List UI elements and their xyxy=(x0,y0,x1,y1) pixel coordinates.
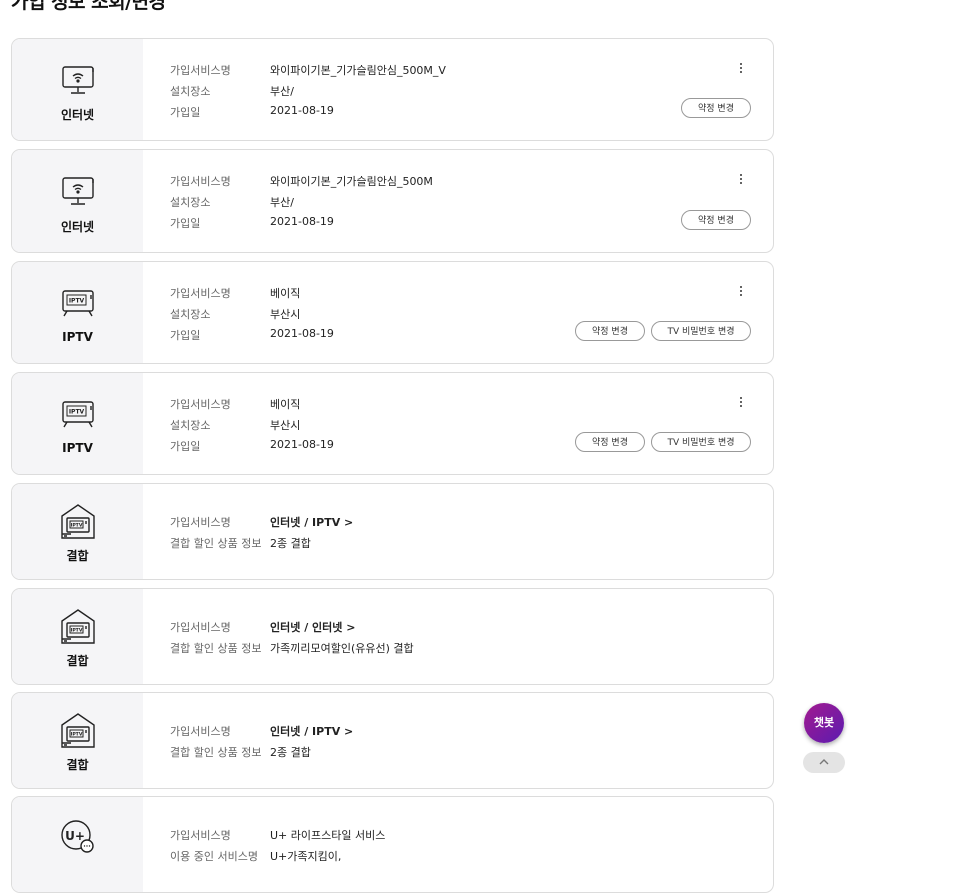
card-side: U+ xyxy=(12,797,143,892)
uplus-icon: U+ xyxy=(61,820,94,853)
service-type-label: 인터넷 xyxy=(60,108,95,122)
service-type-label: 결합 xyxy=(66,654,89,668)
bundle-card-3: IPTV 결합 가입서비스명 인터넷 / IPTV > 결합 할인 상품 정보 2종… xyxy=(11,692,774,789)
label-location: 설치장소 xyxy=(170,308,211,321)
label-service-name: 가입서비스명 xyxy=(170,64,231,77)
svg-text:IPTV: IPTV xyxy=(69,409,85,416)
more-options-icon[interactable] xyxy=(739,397,743,411)
contract-change-button[interactable]: 약정 변경 xyxy=(575,432,645,452)
card-side: IPTV 결합 xyxy=(12,693,143,788)
subscription-card-iptv-2: IPTV IPTV 가입서비스명 베이직 설치장소 부산시 가입일 2021-08-1… xyxy=(11,372,774,475)
card-side: 인터넷 xyxy=(12,150,143,252)
scroll-top-button[interactable] xyxy=(803,752,845,773)
value-location: 부산/ xyxy=(270,196,294,209)
value-join-date: 2021-08-19 xyxy=(270,327,334,340)
label-join-date: 가입일 xyxy=(170,440,201,453)
value-bundle-info: 2종 결합 xyxy=(270,746,311,759)
label-join-date: 가입일 xyxy=(170,106,201,119)
service-type-label: IPTV xyxy=(62,441,93,455)
value-service-name: U+ 라이프스타일 서비스 xyxy=(270,829,386,842)
bundle-service-link[interactable]: 인터넷 / IPTV > xyxy=(270,723,353,739)
label-service-name: 가입서비스명 xyxy=(170,725,231,738)
svg-text:IPTV: IPTV xyxy=(71,523,83,529)
value-location: 부산/ xyxy=(270,85,294,98)
tv-iptv-icon: IPTV xyxy=(62,401,94,428)
monitor-wifi-icon xyxy=(62,66,94,94)
bundle-card-1: IPTV 결합 가입서비스명 인터넷 / IPTV > 결합 할인 상품 정보 2종… xyxy=(11,483,774,580)
label-location: 설치장소 xyxy=(170,419,211,432)
subscription-card-iptv-1: IPTV IPTV 가입서비스명 베이직 설치장소 부산시 가입일 2021-08-1… xyxy=(11,261,774,364)
service-type-label: 결합 xyxy=(66,758,89,772)
label-service-name: 가입서비스명 xyxy=(170,829,231,842)
label-service-name: 가입서비스명 xyxy=(170,287,231,300)
label-service-name: 가입서비스명 xyxy=(170,516,231,529)
tv-password-change-button[interactable]: TV 비밀번호 변경 xyxy=(651,432,751,452)
lifestyle-card: U+ 가입서비스명 U+ 라이프스타일 서비스 이용 중인 서비스명 U+가족지킴이… xyxy=(11,796,774,893)
svg-text:IPTV: IPTV xyxy=(69,298,85,305)
bundle-service-link[interactable]: 인터넷 / IPTV > xyxy=(270,514,353,530)
svg-text:IPTV: IPTV xyxy=(71,628,83,634)
value-join-date: 2021-08-19 xyxy=(270,438,334,451)
card-side: IPTV IPTV xyxy=(12,373,143,474)
tv-password-change-button[interactable]: TV 비밀번호 변경 xyxy=(651,321,751,341)
label-service-name: 가입서비스명 xyxy=(170,175,231,188)
value-service-name: 와이파이기본_기가슬림안심_500M_V xyxy=(270,64,446,77)
label-service-name: 가입서비스명 xyxy=(170,398,231,411)
contract-change-button[interactable]: 약정 변경 xyxy=(681,98,751,118)
value-using-service: U+가족지킴이, xyxy=(270,850,342,863)
value-bundle-info: 가족끼리모여할인(유유선) 결합 xyxy=(270,642,414,655)
service-type-label: 인터넷 xyxy=(60,220,95,234)
label-location: 설치장소 xyxy=(170,196,211,209)
tv-iptv-icon: IPTV xyxy=(62,290,94,317)
label-bundle-info: 결합 할인 상품 정보 xyxy=(170,537,262,550)
contract-change-button[interactable]: 약정 변경 xyxy=(681,210,751,230)
card-side: IPTV 결합 xyxy=(12,589,143,684)
value-service-name: 와이파이기본_기가슬림안심_500M xyxy=(270,175,433,188)
label-join-date: 가입일 xyxy=(170,217,201,230)
value-location: 부산시 xyxy=(270,419,301,432)
value-bundle-info: 2종 결합 xyxy=(270,537,311,550)
more-options-icon[interactable] xyxy=(739,286,743,300)
more-options-icon[interactable] xyxy=(739,63,743,77)
label-join-date: 가입일 xyxy=(170,329,201,342)
svg-text:IPTV: IPTV xyxy=(71,732,83,738)
label-using-service: 이용 중인 서비스명 xyxy=(170,850,258,863)
subscription-card-internet-1: 인터넷 가입서비스명 와이파이기본_기가슬림안심_500M_V 설치장소 부산/ 가… xyxy=(11,38,774,141)
bundle-card-2: IPTV 결합 가입서비스명 인터넷 / 인터넷 > 결합 할인 상품 정보 가족끼… xyxy=(11,588,774,685)
home-iptv-icon: IPTV xyxy=(61,609,95,644)
label-service-name: 가입서비스명 xyxy=(170,621,231,634)
service-type-label: IPTV xyxy=(62,330,93,344)
chevron-up-icon xyxy=(819,759,829,765)
value-service-name: 베이직 xyxy=(270,287,301,300)
monitor-wifi-icon xyxy=(62,177,94,205)
more-options-icon[interactable] xyxy=(739,174,743,188)
chatbot-button[interactable]: 챗봇 xyxy=(804,703,844,743)
svg-text:U+: U+ xyxy=(65,829,85,843)
card-side: 인터넷 xyxy=(12,39,143,140)
label-location: 설치장소 xyxy=(170,85,211,98)
value-join-date: 2021-08-19 xyxy=(270,104,334,117)
label-bundle-info: 결합 할인 상품 정보 xyxy=(170,746,262,759)
contract-change-button[interactable]: 약정 변경 xyxy=(575,321,645,341)
subscription-card-internet-2: 인터넷 가입서비스명 와이파이기본_기가슬림안심_500M 설치장소 부산/ 가입일… xyxy=(11,149,774,253)
service-type-label: 결합 xyxy=(66,549,89,563)
value-join-date: 2021-08-19 xyxy=(270,215,334,228)
value-location: 부산시 xyxy=(270,308,301,321)
label-bundle-info: 결합 할인 상품 정보 xyxy=(170,642,262,655)
home-iptv-icon: IPTV xyxy=(61,504,95,539)
card-side: IPTV IPTV xyxy=(12,262,143,363)
bundle-service-link[interactable]: 인터넷 / 인터넷 > xyxy=(270,619,355,635)
page-title: 가입 정보 조회/변경 xyxy=(11,0,166,13)
home-iptv-icon: IPTV xyxy=(61,713,95,748)
card-side: IPTV 결합 xyxy=(12,484,143,579)
value-service-name: 베이직 xyxy=(270,398,301,411)
